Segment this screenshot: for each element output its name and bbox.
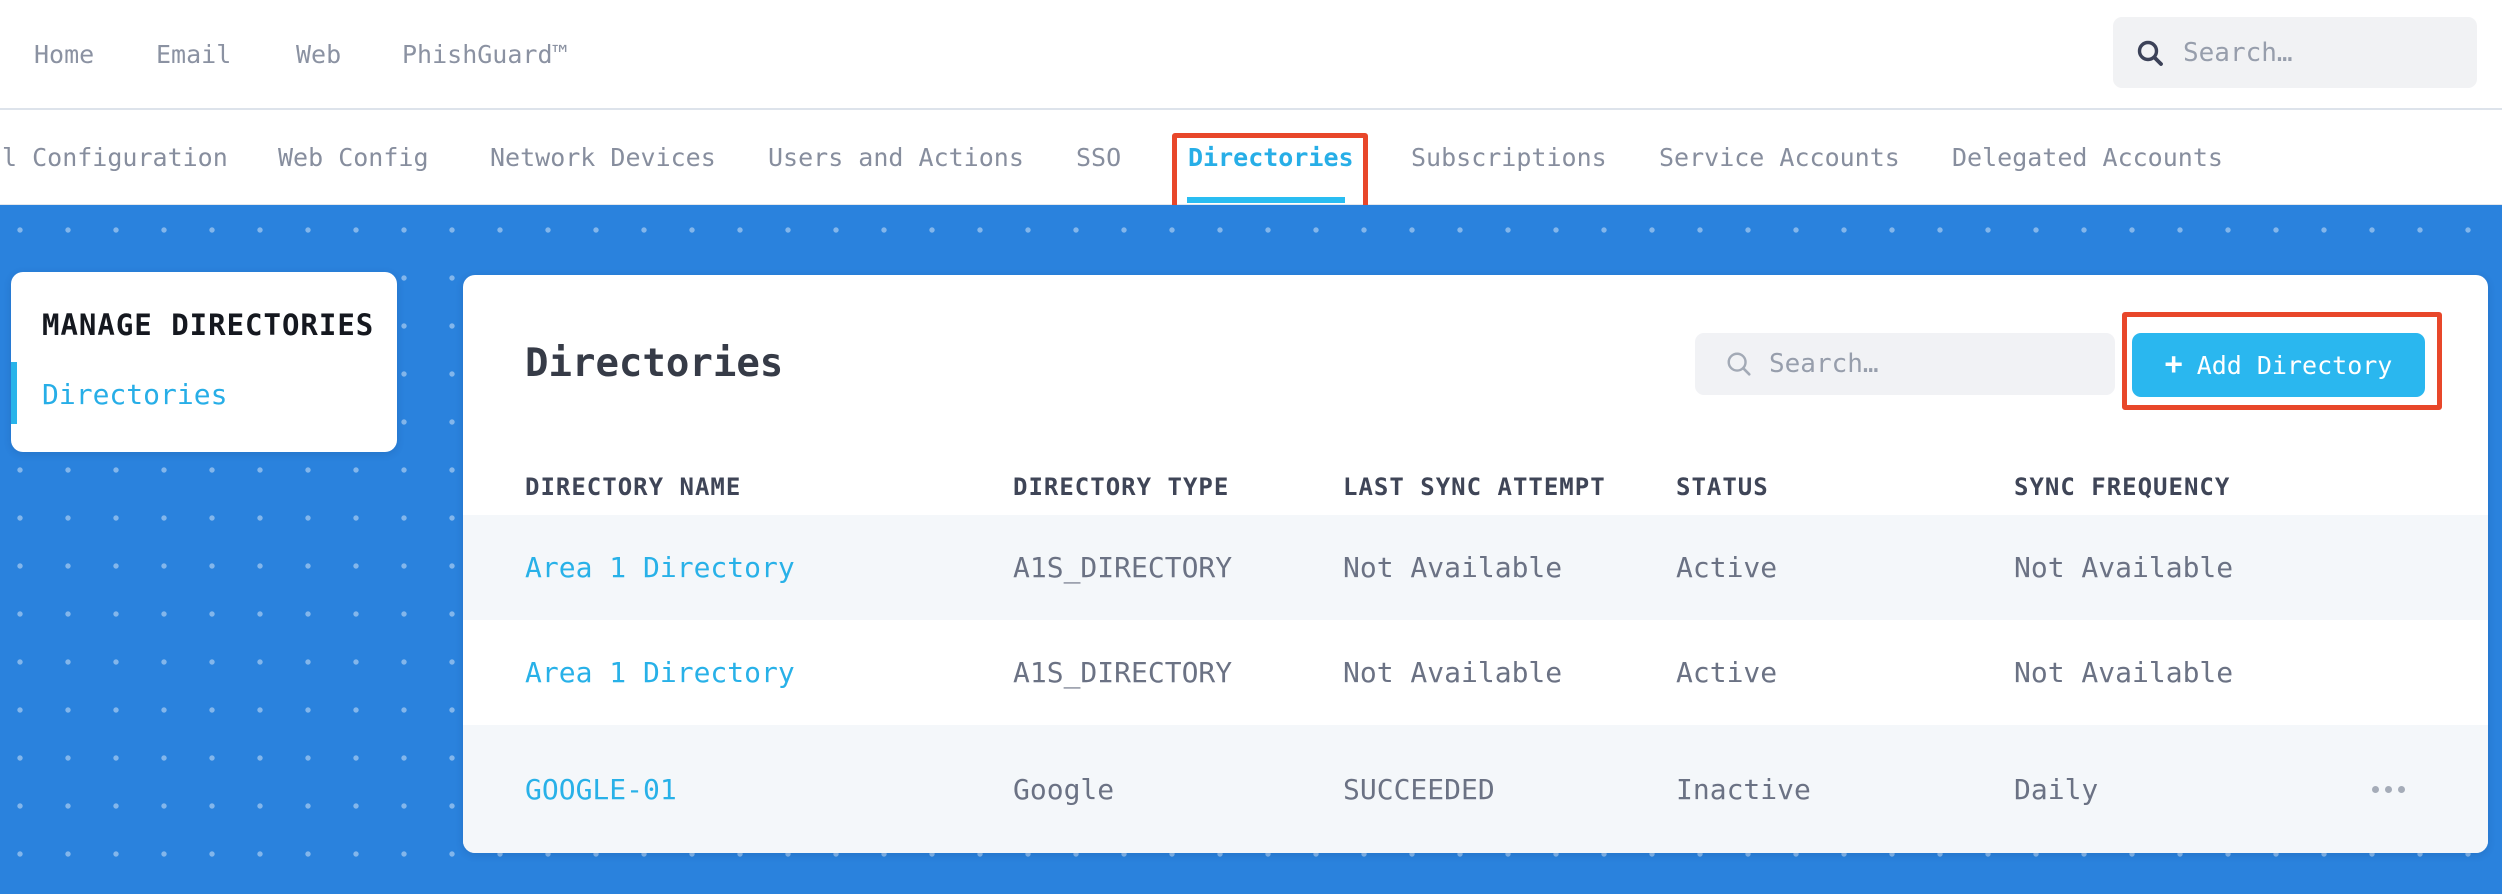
- directory-name-link[interactable]: GOOGLE-01: [525, 773, 1013, 806]
- directory-type: A1S_DIRECTORY: [1013, 656, 1233, 689]
- add-directory-label: Add Directory: [2196, 350, 2393, 380]
- page-title: Directories: [525, 341, 784, 386]
- directory-type: A1S_DIRECTORY: [1013, 551, 1233, 584]
- search-icon: [2137, 40, 2163, 66]
- last-sync-attempt: Not Available: [1343, 656, 1563, 689]
- directory-name-link[interactable]: Area 1 Directory: [525, 656, 1013, 689]
- tab-users-and-actions[interactable]: Users and Actions: [768, 112, 1024, 204]
- add-directory-button[interactable]: + Add Directory: [2132, 333, 2425, 397]
- sync-frequency: Not Available: [2014, 656, 2234, 689]
- topnav-item-web[interactable]: Web: [296, 0, 341, 110]
- manage-directories-card: MANAGE DIRECTORIES Directories: [11, 272, 397, 452]
- table-row: GOOGLE-01 Google SUCCEEDED Inactive Dail…: [463, 725, 2488, 853]
- active-tab-underline: [1187, 197, 1345, 203]
- directories-table: DIRECTORY NAME DIRECTORY TYPE LAST SYNC …: [463, 458, 2488, 853]
- tab-delegated-accounts[interactable]: Delegated Accounts: [1952, 112, 2223, 204]
- page: Home Email Web PhishGuard™ l Configurati…: [0, 0, 2502, 894]
- status: Active: [1676, 551, 1778, 584]
- col-status: STATUS: [1676, 472, 1769, 501]
- tab-directories[interactable]: Directories: [1188, 112, 1354, 204]
- status: Active: [1676, 656, 1778, 689]
- directories-search[interactable]: [1695, 333, 2115, 395]
- side-card-heading: MANAGE DIRECTORIES: [42, 308, 375, 342]
- topnav-item-home[interactable]: Home: [34, 0, 94, 110]
- col-directory-name: DIRECTORY NAME: [525, 472, 742, 501]
- sync-frequency: Not Available: [2014, 551, 2234, 584]
- table-row: Area 1 Directory A1S_DIRECTORY Not Avail…: [463, 620, 2488, 725]
- tab-service-accounts[interactable]: Service Accounts: [1659, 112, 1900, 204]
- global-search[interactable]: [2113, 17, 2502, 88]
- table-row: Area 1 Directory A1S_DIRECTORY Not Avail…: [463, 515, 2488, 620]
- settings-tab-bar: l Configuration Web Config Network Devic…: [0, 112, 2502, 205]
- last-sync-attempt: Not Available: [1343, 551, 1563, 584]
- col-directory-type: DIRECTORY TYPE: [1013, 472, 1230, 501]
- search-icon: [1727, 352, 1751, 376]
- col-last-sync-attempt: LAST SYNC ATTEMPT: [1343, 472, 1606, 501]
- tab-subscriptions[interactable]: Subscriptions: [1411, 112, 1607, 204]
- directories-search-input[interactable]: [1769, 349, 2115, 379]
- sidebar-item-directories[interactable]: Directories: [42, 378, 227, 411]
- sync-frequency: Daily: [2014, 772, 2099, 806]
- directory-type: Google: [1013, 772, 1115, 806]
- content-background: MANAGE DIRECTORIES Directories Directori…: [0, 205, 2502, 894]
- tab-web-config[interactable]: Web Config: [278, 112, 429, 204]
- row-actions: [2372, 776, 2488, 803]
- plus-icon: +: [2164, 347, 2183, 382]
- tab-email-configuration[interactable]: l Configuration: [2, 112, 228, 204]
- table-header-row: DIRECTORY NAME DIRECTORY TYPE LAST SYNC …: [463, 458, 2488, 515]
- tab-network-devices[interactable]: Network Devices: [490, 112, 716, 204]
- ellipsis-icon: [2372, 785, 2379, 793]
- directories-panel: Directories + Add Directory DIRECTORY NA…: [463, 275, 2488, 853]
- status: Inactive: [1676, 772, 1811, 806]
- last-sync-attempt: SUCCEEDED: [1343, 772, 1495, 806]
- topnav-item-phishguard[interactable]: PhishGuard™: [402, 0, 568, 110]
- top-nav: Home Email Web PhishGuard™: [0, 0, 2502, 110]
- global-search-input[interactable]: [2183, 37, 2502, 68]
- active-item-indicator: [11, 362, 17, 424]
- col-sync-frequency: SYNC FREQUENCY: [2014, 472, 2231, 501]
- topnav-item-email[interactable]: Email: [156, 0, 231, 110]
- row-actions-menu-button[interactable]: [2372, 776, 2405, 803]
- tab-sso[interactable]: SSO: [1076, 112, 1121, 204]
- directory-name-link[interactable]: Area 1 Directory: [525, 551, 1013, 584]
